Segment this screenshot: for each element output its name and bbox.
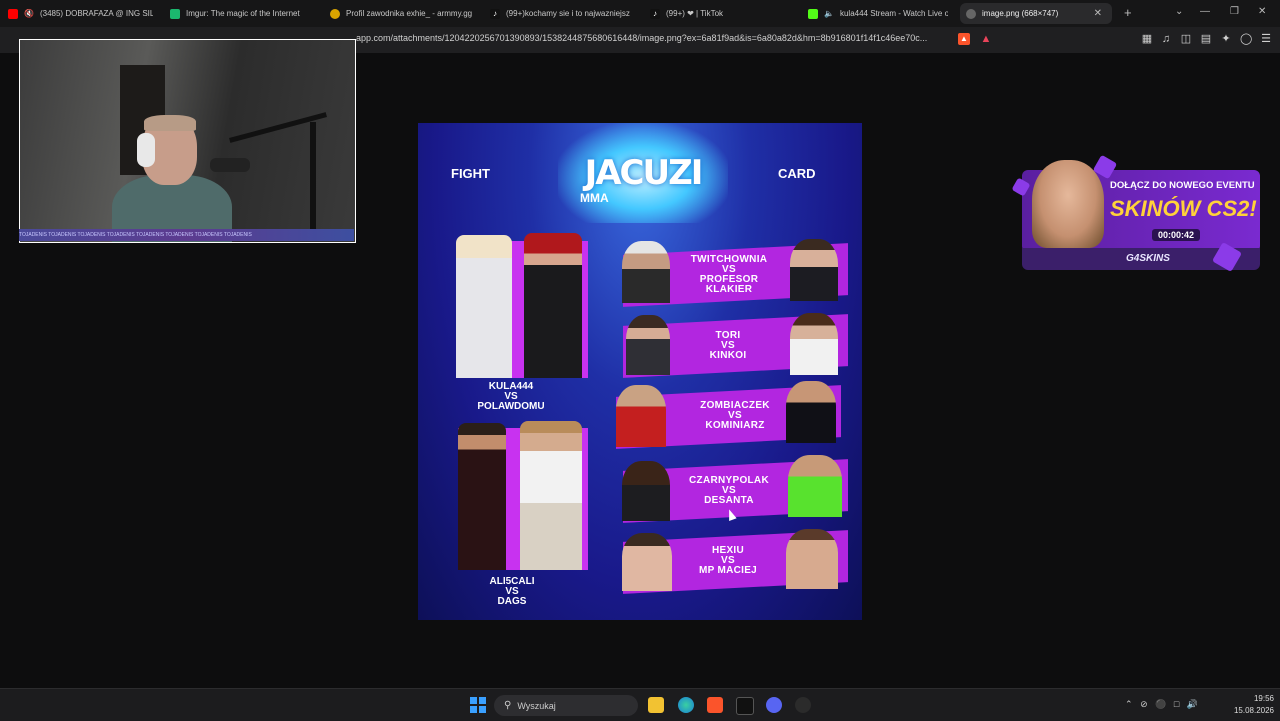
search-icon: ⚲ [504, 700, 512, 711]
tab-title: image.png (668×747) [982, 9, 1059, 18]
browser-tab-image[interactable]: image.png (668×747) ✕ [960, 3, 1112, 24]
leo-ai-icon[interactable]: ✦ [1220, 33, 1232, 45]
browser-tab-armmy[interactable]: Profil zawodnika exhie_ - armmy.gg [330, 3, 480, 24]
fighter-twitchownia [622, 241, 670, 303]
ad-person [1032, 160, 1104, 248]
globe-icon [966, 8, 976, 19]
fighter-profesor-klakier [790, 239, 838, 301]
fighter-kominiarz [786, 381, 836, 443]
main-event-2-label: ALI5CALI VS DAGS [489, 576, 535, 607]
main-event-1-label: KULA444 VS POLAWDOMU [477, 381, 545, 412]
fighter-desanta [788, 455, 842, 517]
fighter-hexiu [622, 533, 672, 591]
taskbar-clock-time[interactable]: 19:56 [1244, 694, 1274, 703]
poster-heading-right: CARD [778, 166, 816, 181]
menu-icon[interactable]: ☰ [1260, 33, 1272, 45]
extensions-icon[interactable]: ▦ [1141, 33, 1153, 45]
g4skins-ad-overlay: DOŁĄCZ DO NOWEGO EVENTU SKINÓW CS2! 00:0… [1011, 154, 1270, 273]
ad-countdown: 00:00:42 [1152, 229, 1201, 241]
windows-taskbar: ⚲ Wyszukaj ⌃ ⊘ ⚫ □ 🔊 19:56 15.08.2026 [0, 688, 1280, 721]
browser-tab-kick[interactable]: 🔈 kula444 Stream - Watch Live on [808, 3, 948, 24]
microphone-icon[interactable]: ⚫ [1155, 699, 1166, 709]
fighter-ali5cali [458, 423, 506, 570]
brave-shield-icon[interactable]: ▲ [958, 33, 970, 45]
armmy-icon [330, 8, 340, 19]
windows-start-icon[interactable] [470, 697, 486, 713]
fight-5-label: HEXIU VS MP MACIEJ [698, 545, 758, 576]
fighter-kinkoi [790, 313, 838, 375]
wallet-icon[interactable]: ▤ [1200, 33, 1212, 45]
mic-stand [310, 122, 316, 232]
fighter-czarnypolak [622, 461, 670, 521]
tab-title: Imgur: The magic of the Internet [186, 9, 300, 18]
browser-tab-tiktok-1[interactable]: ♪ (99+)kochamy sie i to najwazniejsze [490, 3, 630, 24]
webcam-overlay [19, 39, 356, 243]
youtube-icon [8, 8, 18, 19]
taskbar-search[interactable]: ⚲ Wyszukaj [494, 695, 638, 716]
edge-icon[interactable] [678, 697, 694, 713]
address-bar[interactable]: app.com/attachments/1204220256701390893/… [356, 33, 927, 43]
sidebar-icon[interactable]: ◫ [1180, 33, 1192, 45]
poster-heading-left: FIGHT [451, 166, 490, 181]
fighter-mp-maciej [786, 529, 838, 589]
fight-3-label: ZOMBIACZEK VS KOMINIARZ [700, 400, 770, 431]
file-explorer-icon[interactable] [648, 697, 664, 713]
media-icon[interactable]: ♫ [1160, 33, 1172, 45]
fighter-tori [626, 315, 670, 375]
browser-tab-tiktok-2[interactable]: ♪ (99+) ❤ | TikTok [650, 3, 790, 24]
system-tray[interactable]: ⌃ ⊘ ⚫ □ 🔊 [1125, 699, 1198, 710]
vpn-shield-icon[interactable]: ◯ [1240, 33, 1252, 45]
obs-icon[interactable] [795, 697, 811, 713]
ad-title: SKINÓW CS2! [1110, 196, 1257, 221]
search-placeholder: Wyszukaj [517, 700, 556, 711]
volume-icon[interactable]: 🔊 [1187, 699, 1198, 709]
webcam-overlay-strip: TOJADENIS TOJADENIS TOJADENIS TOJADENIS … [19, 229, 354, 241]
tab-list-chevron-icon[interactable]: ⌄ [1175, 6, 1183, 17]
taskbar-clock-date[interactable]: 15.08.2026 [1226, 706, 1274, 715]
minimize-icon[interactable]: — [1200, 6, 1210, 17]
tab-title: kula444 Stream - Watch Live on [839, 9, 948, 18]
discord-icon[interactable] [766, 697, 782, 713]
tiktok-icon: ♪ [490, 8, 500, 19]
browser-tab-imgur[interactable]: Imgur: The magic of the Internet [170, 3, 320, 24]
event-logo-sub: MMA [580, 191, 609, 205]
fight-4-label: CZARNYPOLAK VS DESANTA [689, 475, 769, 506]
fighter-kula444 [456, 235, 512, 378]
tab-title: (3485) DOBRAFAZA @ ING SILE [39, 9, 153, 18]
fighter-polawdomu [524, 233, 582, 378]
speaker-muted-icon[interactable]: 🔇 [24, 9, 34, 18]
network-off-icon[interactable]: ⊘ [1140, 699, 1148, 709]
tiktok-icon: ♪ [650, 8, 660, 19]
ad-brand-logo: G4SKINS [1126, 253, 1170, 264]
fighter-dags [520, 421, 582, 570]
imgur-icon [170, 8, 180, 19]
close-window-icon[interactable]: ✕ [1258, 6, 1266, 17]
event-logo: JACUZI [584, 153, 704, 193]
ad-headline: DOŁĄCZ DO NOWEGO EVENTU [1110, 180, 1255, 191]
speaker-icon[interactable]: 🔈 [824, 9, 834, 18]
fighter-zombiaczek [616, 385, 666, 447]
fight-1-label: TWITCHOWNIA VS PROFESOR KLAKIER [690, 254, 768, 295]
close-tab-icon[interactable]: ✕ [1094, 8, 1106, 19]
fight-2-label: TORI VS KINKOI [709, 330, 747, 361]
streamer [112, 115, 232, 242]
rewards-warning-icon[interactable]: ▲ [980, 33, 992, 45]
tab-title: Profil zawodnika exhie_ - armmy.gg [346, 9, 473, 18]
brave-icon[interactable] [707, 697, 723, 713]
microphone [210, 158, 250, 172]
terminal-icon[interactable] [736, 697, 754, 715]
display-icon[interactable]: □ [1174, 699, 1179, 709]
browser-tab-youtube[interactable]: 🔇 (3485) DOBRAFAZA @ ING SILE [8, 3, 153, 24]
new-tab-button[interactable]: + [1124, 5, 1132, 20]
tab-title: (99+) ❤ | TikTok [666, 9, 724, 18]
kick-icon [808, 8, 818, 19]
maximize-icon[interactable]: ❐ [1230, 6, 1239, 17]
tray-chevron-icon[interactable]: ⌃ [1125, 699, 1133, 709]
tab-title: (99+)kochamy sie i to najwazniejsze [506, 9, 630, 18]
fight-card-image: FIGHT CARD JACUZI MMA KULA444 VS POLAWDO… [418, 123, 862, 620]
browser-tab-bar: 🔇 (3485) DOBRAFAZA @ ING SILE Imgur: The… [0, 0, 1280, 27]
